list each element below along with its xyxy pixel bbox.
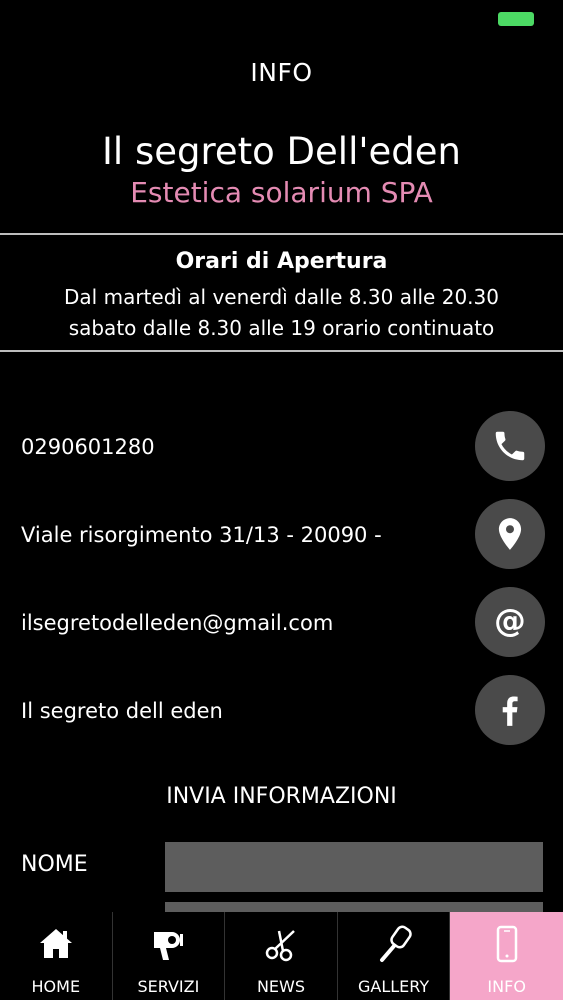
tab-servizi[interactable]: SERVIZI xyxy=(113,912,226,1000)
brush-icon xyxy=(379,925,412,962)
phone-number: 0290601280 xyxy=(21,435,155,459)
divider xyxy=(0,350,563,352)
tab-bar: HOME SERVIZI NEWS GALLERY INFO xyxy=(0,912,563,1000)
hours-title: Orari di Apertura xyxy=(175,249,388,274)
tab-info[interactable]: INFO xyxy=(450,912,563,1000)
tab-gallery[interactable]: GALLERY xyxy=(338,912,451,1000)
tab-label: HOME xyxy=(31,977,81,996)
at-icon: @ xyxy=(494,604,526,640)
phone-icon xyxy=(495,431,525,461)
tab-label: NEWS xyxy=(256,977,306,996)
contact-row-address[interactable]: Viale risorgimento 31/13 - 20090 - xyxy=(0,499,563,571)
brand-subtitle: Estetica solarium SPA xyxy=(130,176,433,209)
facebook-button[interactable] xyxy=(475,675,545,745)
page-title: INFO xyxy=(250,58,313,87)
facebook-icon xyxy=(502,696,518,726)
address: Viale risorgimento 31/13 - 20090 - xyxy=(21,523,382,547)
contact-row-email[interactable]: ilsegretodelleden@gmail.com @ xyxy=(0,587,563,659)
battery-indicator xyxy=(498,12,534,26)
email: ilsegretodelleden@gmail.com xyxy=(21,611,334,635)
form-title: INVIA INFORMAZIONI xyxy=(166,784,397,809)
contact-row-facebook[interactable]: Il segreto dell eden xyxy=(0,675,563,747)
svg-text:@: @ xyxy=(494,604,526,640)
name-label: NOME xyxy=(21,852,88,877)
tab-home[interactable]: HOME xyxy=(0,912,113,1000)
map-pin-icon xyxy=(498,518,522,550)
contact-row-phone[interactable]: 0290601280 xyxy=(0,411,563,483)
call-button[interactable] xyxy=(475,411,545,481)
tab-label: INFO xyxy=(487,977,526,996)
scissors-icon xyxy=(265,930,295,962)
email-button[interactable]: @ xyxy=(475,587,545,657)
tab-label: SERVIZI xyxy=(137,977,200,996)
brand-name: Il segreto Dell'eden xyxy=(102,130,461,173)
divider xyxy=(0,233,563,235)
tab-news[interactable]: NEWS xyxy=(225,912,338,1000)
home-icon xyxy=(39,929,72,958)
tab-label: GALLERY xyxy=(358,977,430,996)
map-button[interactable] xyxy=(475,499,545,569)
name-input[interactable] xyxy=(165,842,543,892)
phone-device-icon xyxy=(496,925,517,963)
facebook-name: Il segreto dell eden xyxy=(21,699,223,723)
hours-line: sabato dalle 8.30 alle 19 orario continu… xyxy=(68,316,495,340)
hairdryer-icon xyxy=(154,932,184,960)
hours-line: Dal martedì al venerdì dalle 8.30 alle 2… xyxy=(64,285,499,309)
